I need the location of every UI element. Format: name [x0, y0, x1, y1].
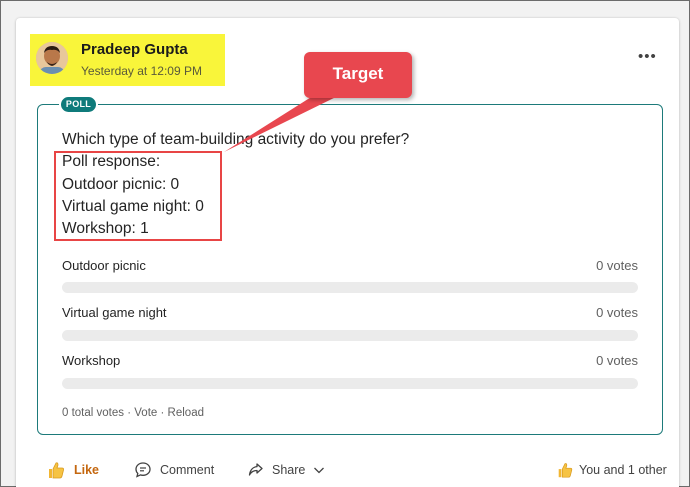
total-votes: 0 total votes: [62, 407, 125, 419]
target-callout: Target: [304, 52, 412, 98]
poll-option-label[interactable]: Virtual game night: [62, 305, 167, 320]
post-actions: Like Comment Share You and 1 other: [0, 456, 690, 484]
chevron-down-icon: [314, 467, 325, 474]
comment-button[interactable]: Comment: [134, 456, 214, 484]
like-label: Like: [74, 463, 100, 477]
comment-icon: [135, 462, 151, 478]
thumbs-up-icon: [49, 462, 64, 479]
poll-option-label[interactable]: Outdoor picnic: [62, 258, 146, 273]
poll-option-label[interactable]: Workshop: [62, 353, 120, 368]
poll-option-votes: 0 votes: [596, 258, 638, 273]
poll-option-bar[interactable]: [62, 378, 638, 389]
share-label: Share: [272, 463, 306, 477]
poll-option-bar[interactable]: [62, 330, 638, 341]
avatar[interactable]: [36, 42, 68, 74]
author-name[interactable]: Pradeep Gupta: [81, 41, 188, 58]
reactions-summary[interactable]: You and 1 other: [556, 456, 667, 484]
share-icon: [248, 463, 263, 476]
vote-link[interactable]: Vote: [134, 407, 157, 419]
separator: ·: [127, 407, 132, 419]
separator: ·: [160, 407, 165, 419]
like-button[interactable]: Like: [46, 456, 99, 484]
poll-option-votes: 0 votes: [596, 353, 638, 368]
poll-option-votes: 0 votes: [596, 305, 638, 320]
thumbs-up-icon: [558, 463, 573, 478]
target-highlight-box: [54, 151, 222, 241]
more-horizontal-icon[interactable]: •••: [638, 48, 656, 66]
comment-label: Comment: [160, 463, 215, 477]
post-timestamp[interactable]: Yesterday at 12:09 PM: [81, 64, 202, 78]
reload-link[interactable]: Reload: [168, 407, 204, 419]
poll-question: Which type of team-building activity do …: [62, 131, 410, 148]
reactors-label: You and 1 other: [579, 463, 667, 477]
share-button[interactable]: Share: [246, 456, 327, 484]
poll-tag: POLL: [59, 95, 98, 114]
poll-option-bar[interactable]: [62, 282, 638, 293]
poll-footer: 0 total votes · Vote · Reload: [62, 407, 204, 419]
